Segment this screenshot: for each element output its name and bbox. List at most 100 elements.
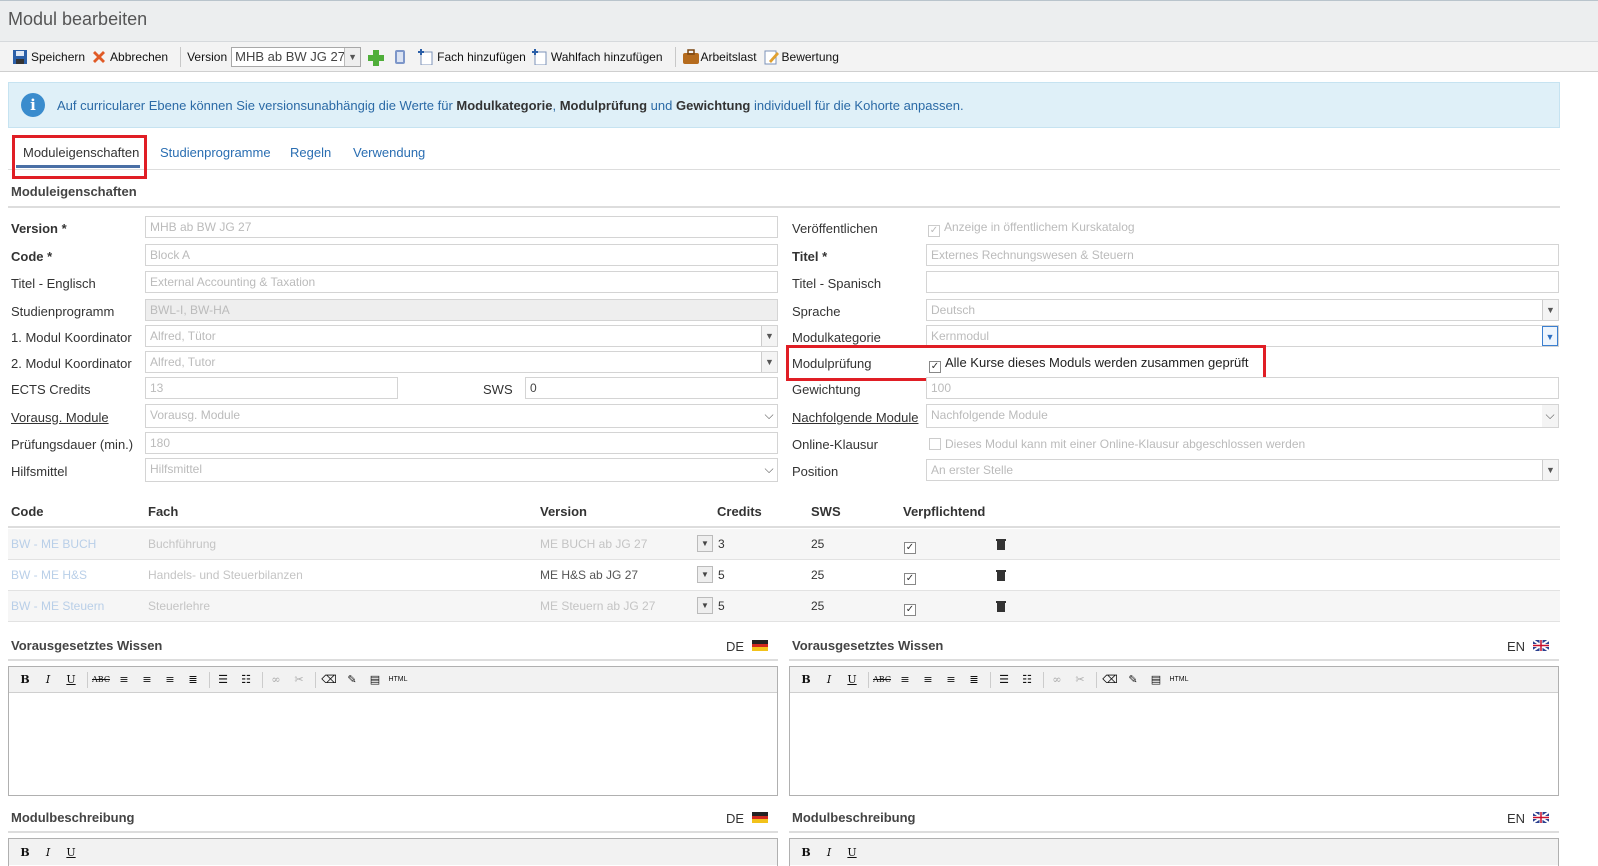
trash-icon[interactable] — [996, 569, 1006, 581]
align-center-icon[interactable]: ≡ — [918, 673, 938, 686]
link-icon[interactable]: ∞ — [266, 673, 286, 686]
row-code-link[interactable]: BW - ME Steuern — [11, 599, 104, 613]
language-select[interactable]: Deutsch ▼ — [926, 299, 1559, 321]
cancel-button[interactable]: Abbrechen — [91, 49, 168, 65]
strikethrough-icon[interactable]: ABC — [872, 675, 892, 684]
rating-button[interactable]: Bewertung — [763, 49, 839, 65]
save-button[interactable]: Speichern — [12, 49, 85, 65]
html-source-icon[interactable]: HTML — [1169, 676, 1189, 683]
code-field[interactable]: Block A — [145, 244, 778, 266]
publish-checkbox[interactable]: ✓ Anzeige in öffentlichem Kurskatalog — [928, 220, 1135, 237]
version-field[interactable]: MHB ab BW JG 27 — [145, 216, 778, 238]
html-source-icon[interactable]: HTML — [388, 676, 408, 683]
numbered-list-icon[interactable]: ☷ — [236, 673, 256, 686]
ects-field[interactable]: 13 — [145, 377, 398, 399]
next-modules-select[interactable]: Nachfolgende Module ⌵ — [926, 404, 1559, 428]
italic-icon[interactable]: I — [819, 846, 839, 859]
knowledge-en-editor[interactable]: B I U ABC ≡ ≡ ≡ ≣ ☰ ☷ ∞ ✂ ⌫ ✎ ▤ HTML — [789, 666, 1559, 796]
prereq-modules-label[interactable]: Vorausg. Module — [11, 410, 109, 425]
row-code-link[interactable]: BW - ME BUCH — [11, 537, 96, 551]
title-field[interactable]: Externes Rechnungswesen & Steuern — [926, 244, 1559, 266]
bold-icon[interactable]: B — [796, 673, 816, 686]
link-icon[interactable]: ∞ — [1047, 673, 1067, 686]
description-de-header: Modulbeschreibung — [11, 810, 135, 825]
align-right-icon[interactable]: ≡ — [160, 673, 180, 686]
underline-icon[interactable]: U — [842, 846, 862, 859]
chevron-down-icon: ▼ — [761, 352, 777, 372]
unlink-icon[interactable]: ✂ — [289, 673, 309, 686]
add-version-icon[interactable] — [367, 49, 385, 66]
table-header-divider — [8, 526, 1560, 528]
row-version-dropdown[interactable]: ▼ — [697, 597, 713, 614]
checkbox-unchecked-icon — [929, 438, 941, 450]
numbered-list-icon[interactable]: ☷ — [1017, 673, 1037, 686]
strikethrough-icon[interactable]: ABC — [91, 675, 111, 684]
online-exam-checkbox[interactable]: Dieses Modul kann mit einer Online-Klaus… — [929, 437, 1305, 451]
unlink-icon[interactable]: ✂ — [1070, 673, 1090, 686]
row-code-link[interactable]: BW - ME H&S — [11, 568, 87, 582]
italic-icon[interactable]: I — [38, 673, 58, 686]
bold-icon[interactable]: B — [15, 846, 35, 859]
publish-text: Anzeige in öffentlichem Kurskatalog — [944, 220, 1135, 234]
workload-button[interactable]: Arbeitslast — [682, 48, 757, 65]
description-de-editor[interactable]: B I U — [8, 838, 778, 866]
row-mandatory-checkbox[interactable]: ✓ — [904, 599, 920, 616]
toolbar: Speichern Abbrechen Version MHB ab BW JG… — [0, 42, 1598, 72]
bold-icon[interactable]: B — [796, 846, 816, 859]
eraser-icon[interactable]: ⌫ — [319, 673, 339, 686]
align-left-icon[interactable]: ≡ — [114, 673, 134, 686]
paste-icon[interactable]: ▤ — [1146, 673, 1166, 686]
edit-document-icon — [763, 49, 779, 65]
clean-icon[interactable]: ✎ — [1123, 673, 1143, 686]
add-subject-button[interactable]: Fach hinzufügen — [418, 48, 526, 65]
row-version-dropdown[interactable]: ▼ — [697, 566, 713, 583]
align-justify-icon[interactable]: ≣ — [964, 673, 984, 686]
version-select[interactable]: MHB ab BW JG 27 √ ▼ — [231, 46, 362, 67]
copy-version-icon[interactable] — [392, 49, 408, 65]
italic-icon[interactable]: I — [38, 846, 58, 859]
tab-studienprogramme[interactable]: Studienprogramme — [160, 145, 271, 160]
underline-icon[interactable]: U — [842, 673, 862, 686]
tab-regeln[interactable]: Regeln — [290, 145, 331, 160]
align-justify-icon[interactable]: ≣ — [183, 673, 203, 686]
clean-icon[interactable]: ✎ — [342, 673, 362, 686]
eraser-icon[interactable]: ⌫ — [1100, 673, 1120, 686]
title-es-field[interactable] — [926, 271, 1559, 293]
trash-icon[interactable] — [996, 600, 1006, 612]
align-left-icon[interactable]: ≡ — [895, 673, 915, 686]
align-right-icon[interactable]: ≡ — [941, 673, 961, 686]
title-en-field[interactable]: External Accounting & Taxation — [145, 271, 778, 293]
bold-icon[interactable]: B — [15, 673, 35, 686]
paste-icon[interactable]: ▤ — [365, 673, 385, 686]
row-mandatory-checkbox[interactable]: ✓ — [904, 568, 920, 585]
underline-icon[interactable]: U — [61, 846, 81, 859]
coordinator2-value: Alfred, Tutor — [150, 355, 216, 369]
info-banner: i Auf curricularer Ebene können Sie vers… — [8, 82, 1560, 128]
bullet-list-icon[interactable]: ☰ — [994, 673, 1014, 686]
weight-field[interactable]: 100 — [926, 377, 1559, 399]
description-en-editor[interactable]: B I U — [789, 838, 1559, 866]
tab-verwendung[interactable]: Verwendung — [353, 145, 425, 160]
category-select[interactable]: Kernmodul ▼ — [926, 325, 1559, 347]
align-center-icon[interactable]: ≡ — [137, 673, 157, 686]
next-modules-label[interactable]: Nachfolgende Module — [792, 410, 918, 425]
sws-field[interactable]: 0 — [525, 377, 778, 399]
knowledge-de-editor[interactable]: B I U ABC ≡ ≡ ≡ ≣ ☰ ☷ ∞ ✂ ⌫ ✎ ▤ HTML — [8, 666, 778, 796]
exam-duration-field[interactable]: 180 — [145, 432, 778, 454]
row-version: ME BUCH ab JG 27 — [540, 537, 648, 551]
coordinator2-select[interactable]: Alfred, Tutor ▼ — [145, 351, 778, 373]
aids-select[interactable]: Hilfsmittel ⌵ — [145, 458, 778, 482]
row-version-dropdown[interactable]: ▼ — [697, 535, 713, 552]
knowledge-de-header: Vorausgesetztes Wissen — [11, 638, 163, 653]
bullet-list-icon[interactable]: ☰ — [213, 673, 233, 686]
editor-divider — [8, 831, 778, 833]
prereq-modules-select[interactable]: Vorausg. Module ⌵ — [145, 404, 778, 428]
position-select[interactable]: An erster Stelle ▼ — [926, 459, 1559, 481]
underline-icon[interactable]: U — [61, 673, 81, 686]
rich-text-toolbar: B I U ABC ≡ ≡ ≡ ≣ ☰ ☷ ∞ ✂ ⌫ ✎ ▤ HTML — [790, 667, 1558, 693]
coordinator1-select[interactable]: Alfred, Tütor ▼ — [145, 325, 778, 347]
row-mandatory-checkbox[interactable]: ✓ — [904, 537, 920, 554]
italic-icon[interactable]: I — [819, 673, 839, 686]
add-elective-button[interactable]: Wahlfach hinzufügen — [531, 48, 663, 65]
trash-icon[interactable] — [996, 538, 1006, 550]
